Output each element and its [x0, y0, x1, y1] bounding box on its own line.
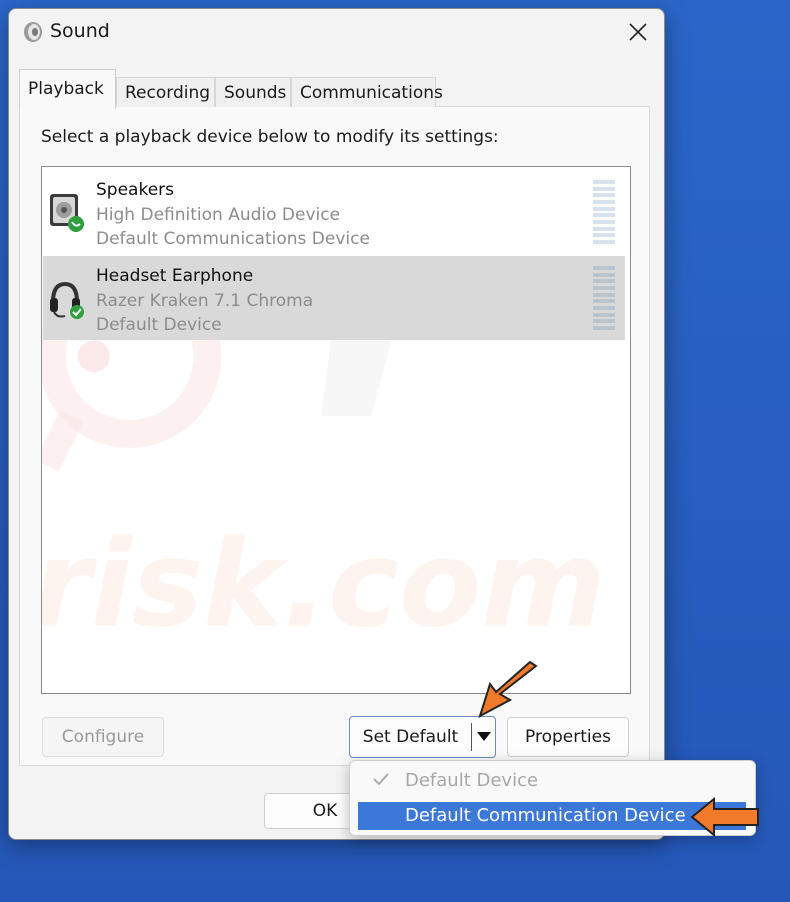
speakers-icon	[47, 192, 85, 234]
headset-icon	[47, 278, 85, 320]
instruction-text: Select a playback device below to modify…	[41, 127, 499, 147]
tab-communications[interactable]: Communications	[291, 77, 443, 107]
device-status: Default Communications Device	[96, 229, 370, 249]
properties-button[interactable]: Properties	[507, 717, 629, 757]
annotation-arrow-icon	[690, 796, 759, 838]
menu-item-default-device[interactable]: Default Device	[358, 767, 746, 795]
set-default-button[interactable]: Set Default	[350, 717, 471, 757]
close-icon	[629, 23, 647, 41]
title-bar[interactable]: Sound	[9, 9, 664, 55]
device-description: High Definition Audio Device	[96, 205, 341, 225]
menu-item-label: Default Communication Device	[405, 805, 686, 826]
green-check-badge	[70, 305, 84, 319]
menu-item-label: Default Device	[405, 770, 539, 791]
device-row-speakers[interactable]: Speakers High Definition Audio Device De…	[43, 170, 625, 254]
volume-level-meter	[593, 266, 615, 330]
tab-sounds[interactable]: Sounds	[215, 77, 291, 107]
tab-playback[interactable]: Playback	[19, 69, 116, 109]
svg-text:risk.com: risk.com	[42, 515, 606, 654]
close-button[interactable]	[618, 15, 658, 49]
speaker-icon	[22, 21, 44, 43]
set-default-dropdown-arrow[interactable]	[472, 717, 496, 757]
device-row-headset[interactable]: Headset Earphone Razer Kraken 7.1 Chroma…	[43, 256, 625, 340]
set-default-split-button[interactable]: Set Default	[349, 716, 496, 758]
device-name: Headset Earphone	[96, 266, 254, 286]
check-icon	[372, 770, 390, 793]
device-list[interactable]: risk.com Speakers High Definition Audio …	[41, 166, 631, 694]
menu-item-default-communication-device[interactable]: Default Communication Device	[358, 802, 746, 830]
device-status: Default Device	[96, 315, 222, 335]
device-description: Razer Kraken 7.1 Chroma	[96, 291, 314, 311]
annotation-arrow-icon	[478, 660, 538, 719]
device-name: Speakers	[96, 180, 175, 200]
caret-down-icon	[477, 732, 491, 741]
sound-dialog: Sound Playback Recording Sounds Communic…	[8, 8, 665, 840]
volume-level-meter	[593, 180, 615, 244]
window-title: Sound	[50, 20, 110, 42]
configure-button[interactable]: Configure	[42, 717, 164, 757]
green-phone-badge	[68, 216, 84, 232]
tab-recording[interactable]: Recording	[116, 77, 215, 107]
